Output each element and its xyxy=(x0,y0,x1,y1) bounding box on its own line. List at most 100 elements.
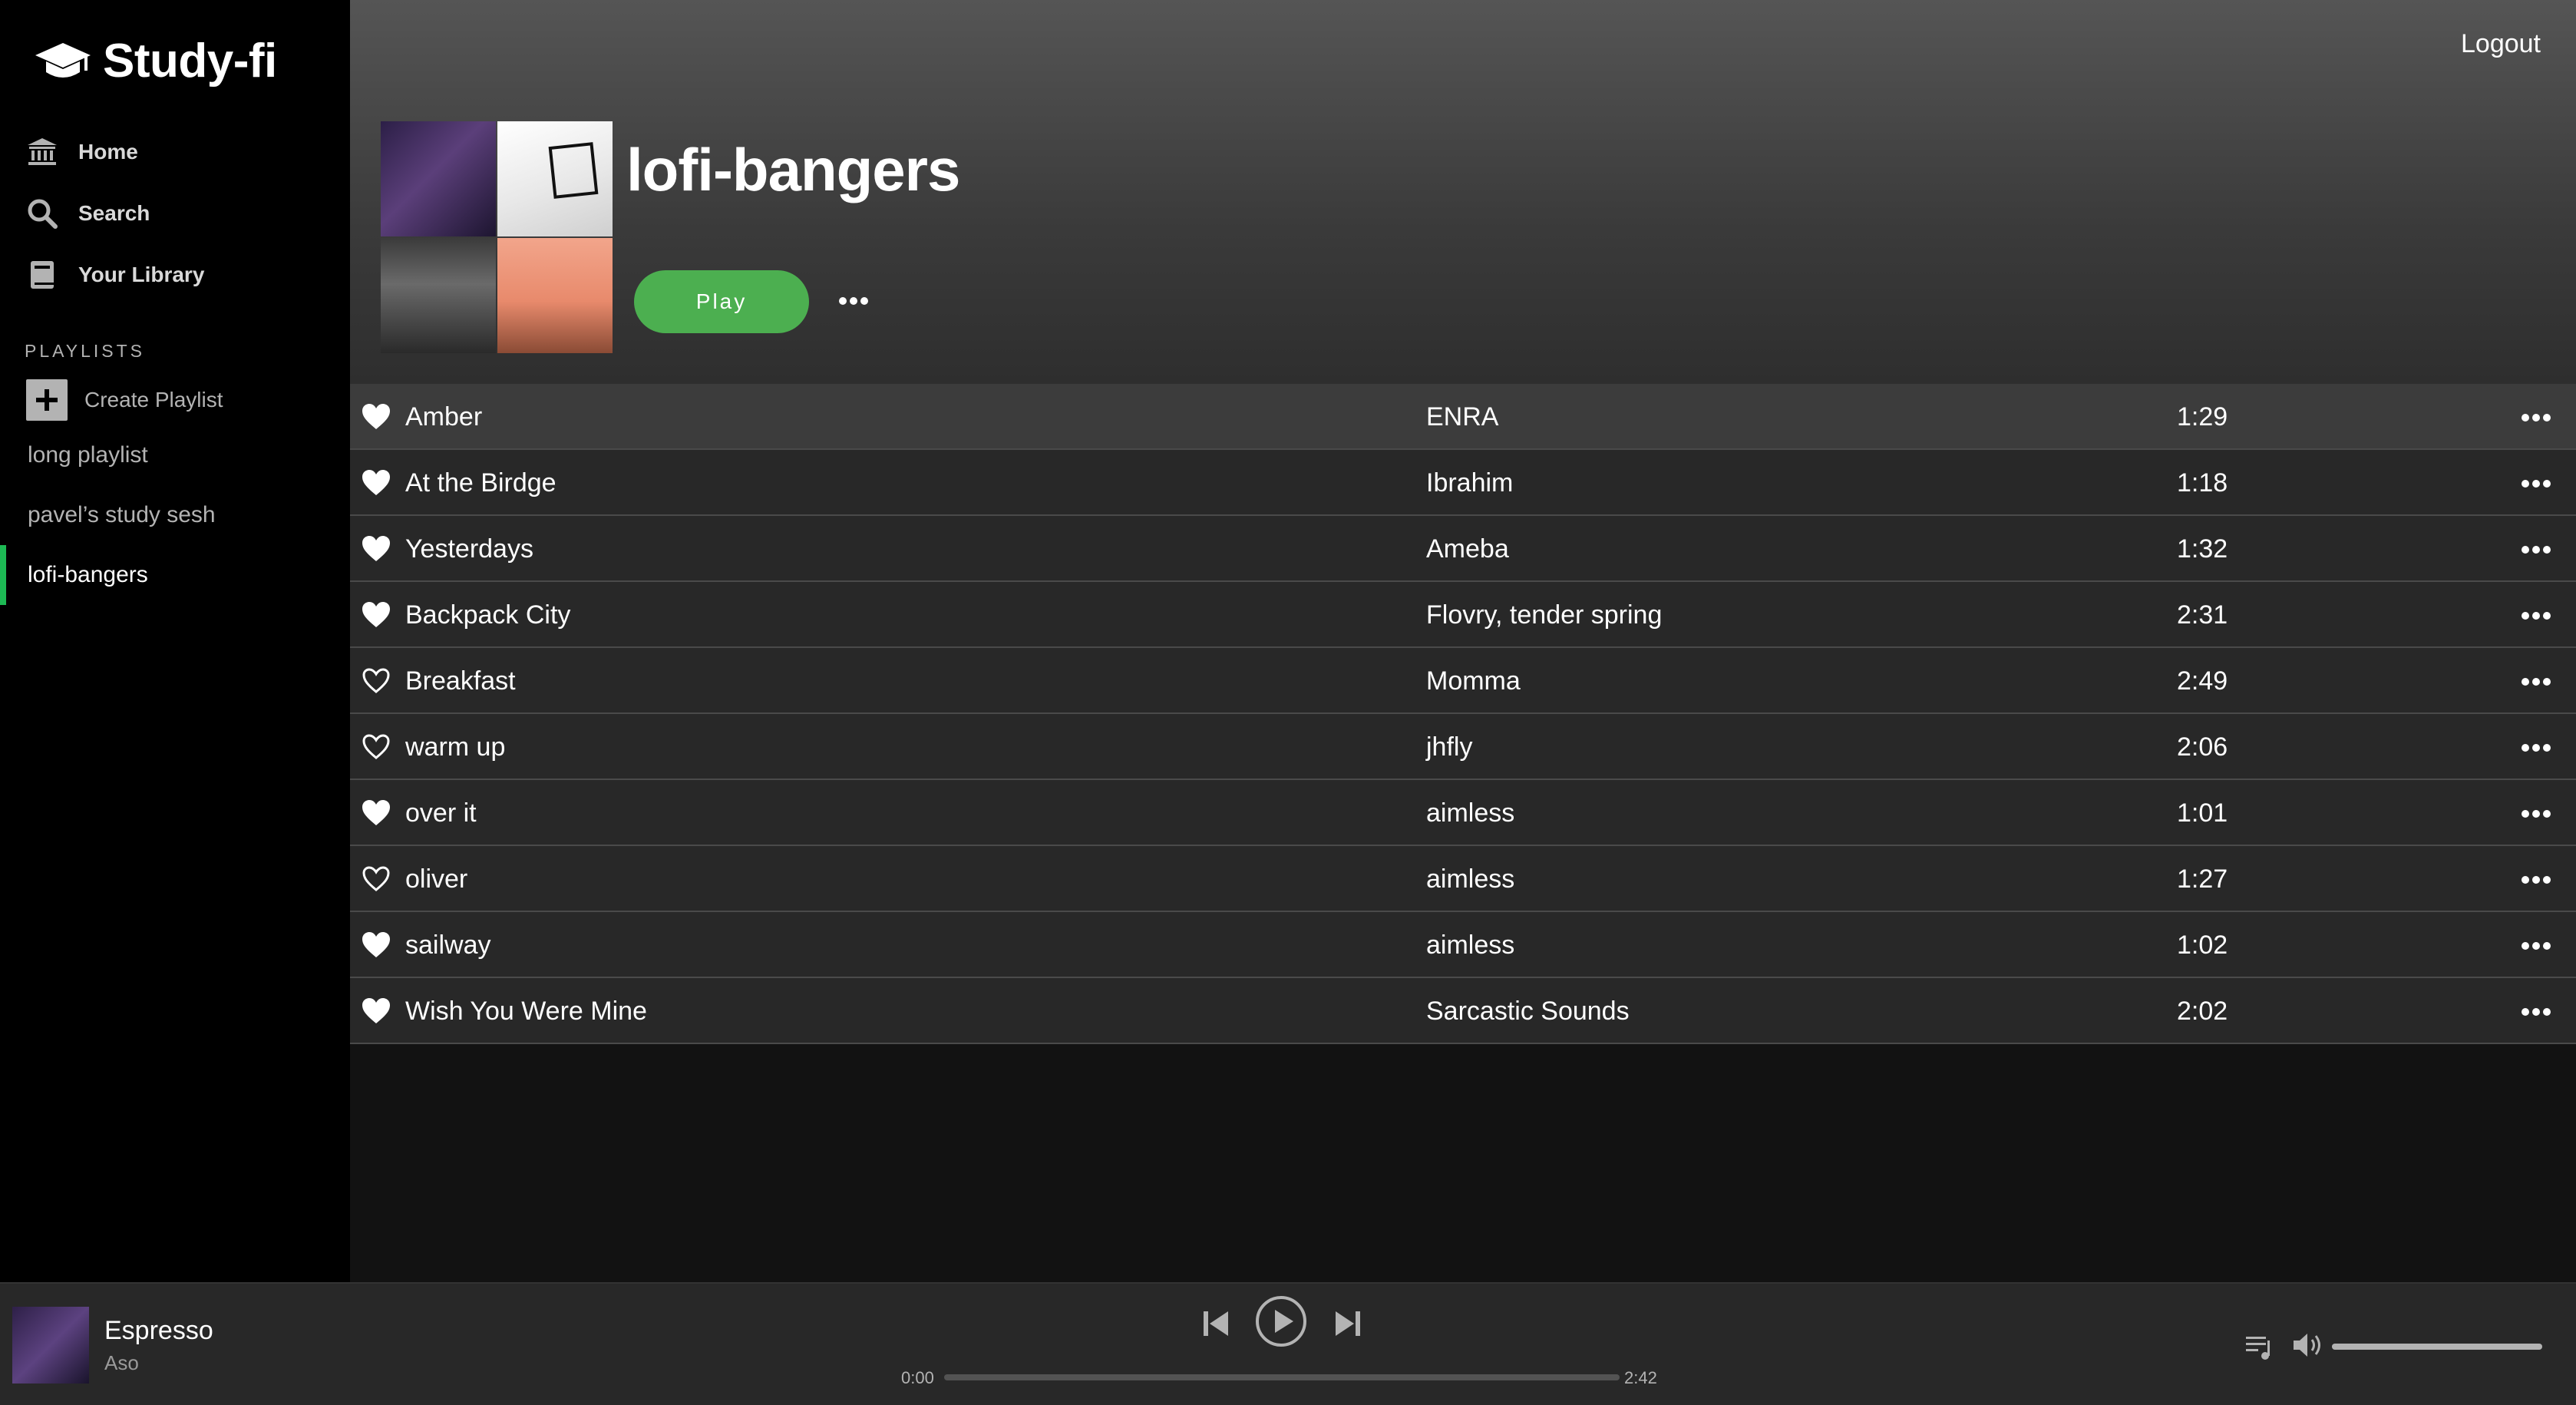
track-title[interactable]: Backpack City xyxy=(405,600,570,630)
create-playlist-label: Create Playlist xyxy=(84,388,223,412)
track-title[interactable]: At the Birdge xyxy=(405,468,556,498)
nav-search-label: Search xyxy=(78,201,150,225)
track-duration: 1:18 xyxy=(2177,468,2228,498)
table-row[interactable]: At the Birdge Ibrahim 1:18 xyxy=(350,450,2576,516)
track-artist[interactable]: Ibrahim xyxy=(1426,468,1513,498)
track-duration: 2:06 xyxy=(2177,732,2228,762)
track-artist[interactable]: aimless xyxy=(1426,864,1514,894)
track-artist[interactable]: Momma xyxy=(1426,666,1521,696)
nav-home[interactable]: Home xyxy=(26,121,204,183)
heart-filled-icon[interactable] xyxy=(361,931,391,960)
track-duration: 2:02 xyxy=(2177,997,2228,1026)
track-title[interactable]: warm up xyxy=(405,732,505,762)
more-options-icon[interactable] xyxy=(837,286,870,316)
search-icon xyxy=(28,199,58,229)
heart-filled-icon[interactable] xyxy=(361,468,391,498)
sidebar-item-playlist[interactable]: long playlist xyxy=(0,425,350,485)
playlist-list: long playlist pavel’s study sesh lofi-ba… xyxy=(0,425,350,605)
table-row[interactable]: over it aimless 1:01 xyxy=(350,780,2576,846)
more-options-icon[interactable] xyxy=(2519,734,2553,762)
plus-icon xyxy=(26,379,68,421)
more-options-icon[interactable] xyxy=(2519,470,2553,498)
track-duration: 1:01 xyxy=(2177,798,2228,828)
nav-library-label: Your Library xyxy=(78,263,205,286)
table-row[interactable]: Yesterdays Ameba 1:32 xyxy=(350,516,2576,582)
progress-bar[interactable] xyxy=(944,1374,1620,1380)
page-title: lofi-bangers xyxy=(626,136,960,203)
more-options-icon[interactable] xyxy=(2519,932,2553,960)
track-list: Amber ENRA 1:29 At the Birdge Ibrahim 1:18 Yes… xyxy=(350,384,2576,1044)
heart-filled-icon[interactable] xyxy=(361,997,391,1026)
graduation-cap-icon xyxy=(35,42,91,78)
heart-filled-icon[interactable] xyxy=(361,600,391,630)
sidebar: Study-fi Home Search Your Library PLAYLI… xyxy=(0,0,350,1282)
nav-search[interactable]: Search xyxy=(26,183,204,244)
more-options-icon[interactable] xyxy=(2519,998,2553,1026)
volume-icon[interactable] xyxy=(2292,1330,2326,1360)
volume-slider[interactable] xyxy=(2332,1344,2542,1350)
more-options-icon[interactable] xyxy=(2519,866,2553,894)
table-row[interactable]: Breakfast Momma 2:49 xyxy=(350,648,2576,714)
sidebar-item-playlist[interactable]: pavel’s study sesh xyxy=(0,485,350,545)
brand-name: Study-fi xyxy=(103,35,277,88)
track-title[interactable]: Breakfast xyxy=(405,666,516,696)
track-title[interactable]: Yesterdays xyxy=(405,534,533,564)
playlist-header: Logout lofi-bangers Play xyxy=(350,0,2576,384)
skip-back-icon[interactable] xyxy=(1202,1307,1230,1341)
bank-icon xyxy=(28,138,57,165)
track-title[interactable]: Amber xyxy=(405,402,482,432)
heart-filled-icon[interactable] xyxy=(361,534,391,564)
heart-outline-icon[interactable] xyxy=(361,732,391,762)
play-pause-icon[interactable] xyxy=(1254,1294,1308,1348)
table-row[interactable]: Amber ENRA 1:29 xyxy=(350,384,2576,450)
table-row[interactable]: oliver aimless 1:27 xyxy=(350,846,2576,912)
track-duration: 2:31 xyxy=(2177,600,2228,630)
track-title[interactable]: oliver xyxy=(405,864,467,894)
table-row[interactable]: warm up jhfly 2:06 xyxy=(350,714,2576,780)
track-title[interactable]: sailway xyxy=(405,931,490,960)
track-duration: 2:49 xyxy=(2177,666,2228,696)
play-button[interactable]: Play xyxy=(634,270,809,333)
heart-filled-icon[interactable] xyxy=(361,402,391,431)
cover-art-tile xyxy=(381,121,496,236)
table-row[interactable]: sailway aimless 1:02 xyxy=(350,912,2576,978)
more-options-icon[interactable] xyxy=(2519,602,2553,630)
main-content: Logout lofi-bangers Play Amber ENRA 1:29 At… xyxy=(350,0,2576,1282)
track-title[interactable]: Wish You Were Mine xyxy=(405,997,647,1026)
track-title[interactable]: over it xyxy=(405,798,477,828)
more-options-icon[interactable] xyxy=(2519,404,2553,431)
table-row[interactable]: Wish You Were Mine Sarcastic Sounds 2:02 xyxy=(350,978,2576,1044)
now-playing-art[interactable] xyxy=(12,1307,89,1384)
sidebar-item-playlist-active[interactable]: lofi-bangers xyxy=(0,545,350,605)
now-playing-title[interactable]: Espresso xyxy=(104,1316,213,1346)
playlists-heading: PLAYLISTS xyxy=(25,341,146,361)
now-playing-artist[interactable]: Aso xyxy=(104,1351,139,1375)
table-row[interactable]: Backpack City Flovry, tender spring 2:31 xyxy=(350,582,2576,648)
cover-art-tile xyxy=(381,238,496,353)
heart-filled-icon[interactable] xyxy=(361,798,391,828)
track-artist[interactable]: aimless xyxy=(1426,931,1514,960)
track-artist[interactable]: ENRA xyxy=(1426,402,1498,432)
track-artist[interactable]: Ameba xyxy=(1426,534,1509,564)
create-playlist-button[interactable]: Create Playlist xyxy=(26,379,223,421)
playlist-cover xyxy=(381,121,613,353)
nav-library[interactable]: Your Library xyxy=(26,244,204,306)
volume-fill xyxy=(2332,1344,2542,1350)
track-artist[interactable]: jhfly xyxy=(1426,732,1472,762)
logout-button[interactable]: Logout xyxy=(2461,29,2541,59)
nav-home-label: Home xyxy=(78,140,138,164)
queue-icon[interactable] xyxy=(2244,1333,2275,1360)
player-bar: Espresso Aso 0:00 2:42 xyxy=(0,1282,2576,1405)
time-current: 0:00 xyxy=(901,1368,934,1387)
time-total: 2:42 xyxy=(1624,1368,1657,1387)
heart-outline-icon[interactable] xyxy=(361,666,391,696)
heart-outline-icon[interactable] xyxy=(361,864,391,894)
more-options-icon[interactable] xyxy=(2519,668,2553,696)
track-artist[interactable]: Flovry, tender spring xyxy=(1426,600,1662,630)
brand-logo[interactable]: Study-fi xyxy=(34,34,277,88)
skip-forward-icon[interactable] xyxy=(1334,1307,1362,1341)
more-options-icon[interactable] xyxy=(2519,800,2553,828)
track-artist[interactable]: aimless xyxy=(1426,798,1514,828)
track-artist[interactable]: Sarcastic Sounds xyxy=(1426,997,1630,1026)
more-options-icon[interactable] xyxy=(2519,536,2553,564)
